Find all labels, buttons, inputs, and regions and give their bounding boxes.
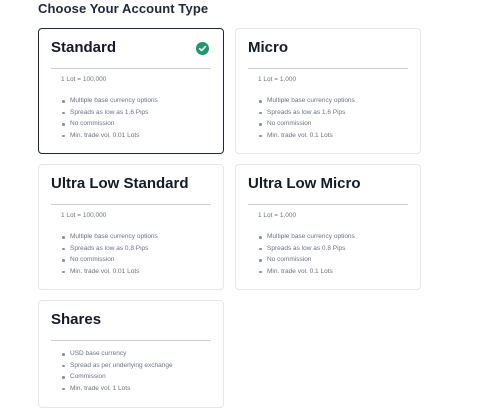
feature-item: Min. trade vol. 0.1 Lots bbox=[258, 266, 355, 278]
card-title: Shares bbox=[51, 311, 102, 328]
feature-item: Commission bbox=[61, 371, 173, 383]
feature-item: Multiple base currency options bbox=[258, 231, 355, 243]
feature-list: Multiple base currency options Spreads a… bbox=[258, 95, 355, 141]
lot-size: 1 Lot = 1,000 bbox=[258, 76, 297, 83]
lot-size: 1 Lot = 1,000 bbox=[258, 212, 297, 219]
card-divider bbox=[51, 204, 211, 205]
feature-item: Spread as per underlying exchange bbox=[61, 360, 173, 372]
lot-size: 1 Lot = 100,000 bbox=[61, 76, 107, 83]
feature-item: Min. trade vol. 0.01 Lots bbox=[61, 266, 158, 278]
card-title: Ultra Low Micro bbox=[248, 175, 361, 192]
feature-list: USD base currency Spread as per underlyi… bbox=[61, 348, 173, 394]
card-divider bbox=[248, 68, 408, 69]
selected-check-icon bbox=[196, 42, 209, 55]
account-card-standard[interactable]: Standard 1 Lot = 100,000 Multiple base c… bbox=[38, 28, 224, 154]
page-title: Choose Your Account Type bbox=[38, 1, 209, 16]
card-divider bbox=[51, 340, 211, 341]
account-card-shares[interactable]: Shares USD base currency Spread as per u… bbox=[38, 300, 224, 408]
feature-item: No commission bbox=[258, 118, 355, 130]
feature-list: Multiple base currency options Spreads a… bbox=[258, 231, 355, 277]
feature-item: No commission bbox=[61, 254, 158, 266]
feature-item: Min. trade vol. 0.01 Lots bbox=[61, 130, 158, 142]
card-title: Standard bbox=[51, 39, 117, 56]
feature-item: Spreads as low as 1.6 Pips bbox=[61, 107, 158, 119]
lot-size: 1 Lot = 100,000 bbox=[61, 212, 107, 219]
account-card-ultra-low-micro[interactable]: Ultra Low Micro 1 Lot = 1,000 Multiple b… bbox=[235, 164, 421, 290]
feature-item: USD base currency bbox=[61, 348, 173, 360]
feature-item: Spreads as low as 1.6 Pips bbox=[258, 107, 355, 119]
feature-item: No commission bbox=[258, 254, 355, 266]
feature-list: Multiple base currency options Spreads a… bbox=[61, 95, 158, 141]
account-type-page: Choose Your Account Type Standard 1 Lot … bbox=[0, 0, 493, 414]
card-title: Ultra Low Standard bbox=[51, 175, 189, 192]
account-card-ultra-low-standard[interactable]: Ultra Low Standard 1 Lot = 100,000 Multi… bbox=[38, 164, 224, 290]
feature-list: Multiple base currency options Spreads a… bbox=[61, 231, 158, 277]
account-card-micro[interactable]: Micro 1 Lot = 1,000 Multiple base curren… bbox=[235, 28, 421, 154]
feature-item: Multiple base currency options bbox=[61, 231, 158, 243]
feature-item: Min. trade vol. 1 Lots bbox=[61, 383, 173, 395]
feature-item: Spreads as low as 0.8 Pips bbox=[61, 243, 158, 255]
card-divider bbox=[51, 68, 211, 69]
feature-item: No commission bbox=[61, 118, 158, 130]
card-title: Micro bbox=[248, 39, 289, 56]
feature-item: Multiple base currency options bbox=[61, 95, 158, 107]
feature-item: Multiple base currency options bbox=[258, 95, 355, 107]
feature-item: Spreads as low as 0.8 Pips bbox=[258, 243, 355, 255]
card-divider bbox=[248, 204, 408, 205]
feature-item: Min. trade vol. 0.1 Lots bbox=[258, 130, 355, 142]
